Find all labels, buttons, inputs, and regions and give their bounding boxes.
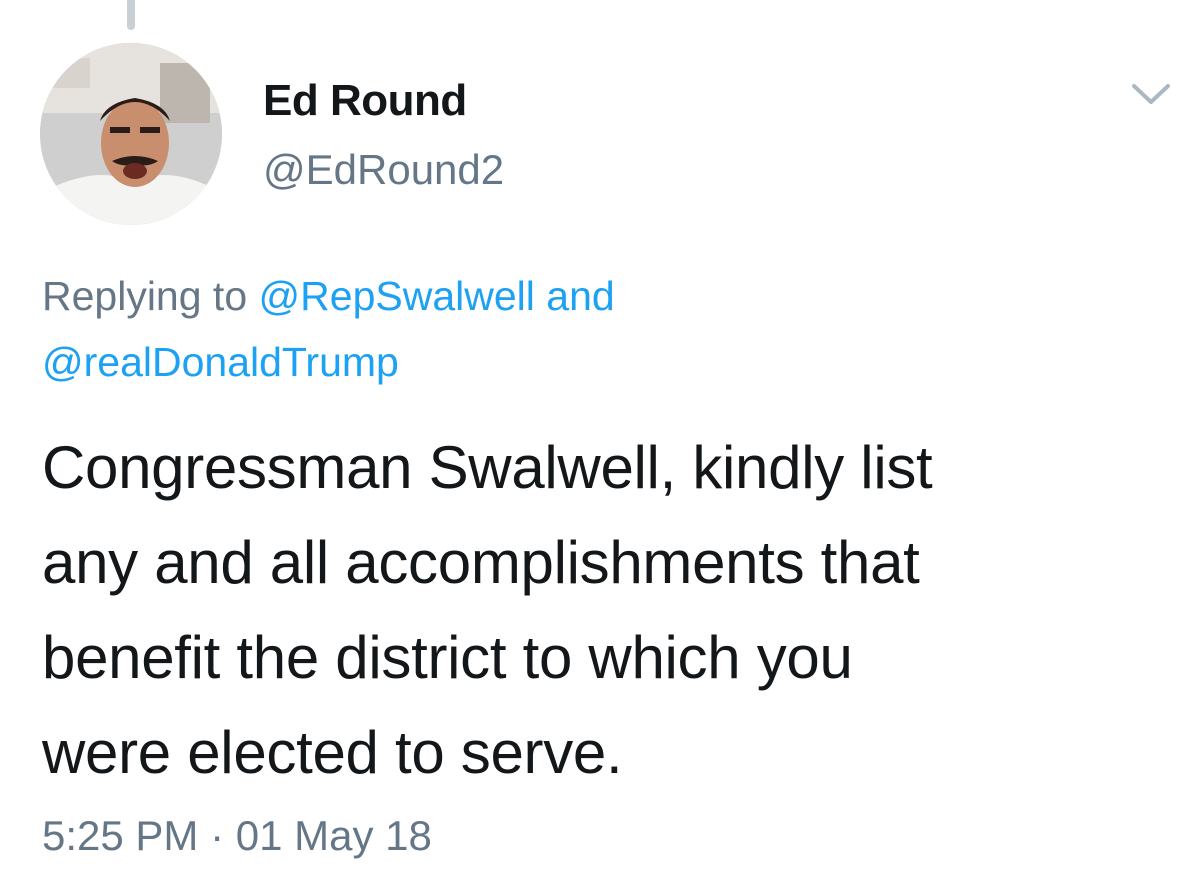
tweet-text-line: any and all accomplishments that (42, 529, 920, 596)
tweet-menu-button[interactable] (1128, 78, 1174, 108)
tweet-text-line: Congressman Swalwell, kindly list (42, 434, 933, 501)
tweet-text: Congressman Swalwell, kindly list any an… (42, 420, 1172, 800)
tweet-timestamp[interactable]: 5:25 PM · 01 May 18 (42, 812, 432, 860)
author-display-name[interactable]: Ed Round (263, 76, 467, 126)
thread-connector-line (127, 0, 135, 30)
reply-conjunction: and (546, 273, 615, 319)
avatar[interactable] (40, 43, 222, 225)
reply-context-line2: @realDonaldTrump (42, 332, 1162, 392)
mention-link-realdonaldtrump[interactable]: @realDonaldTrump (42, 339, 399, 385)
author-handle[interactable]: @EdRound2 (263, 146, 504, 194)
tweet-text-line: benefit the district to which you (42, 624, 853, 691)
tweet-text-line: were elected to serve. (42, 719, 623, 786)
chevron-down-icon (1132, 84, 1170, 104)
mention-link-repswalwell[interactable]: @RepSwalwell (259, 273, 535, 319)
reply-prefix: Replying to (42, 273, 248, 319)
avatar-image (40, 43, 222, 225)
reply-context: Replying to @RepSwalwell and (42, 266, 1162, 326)
